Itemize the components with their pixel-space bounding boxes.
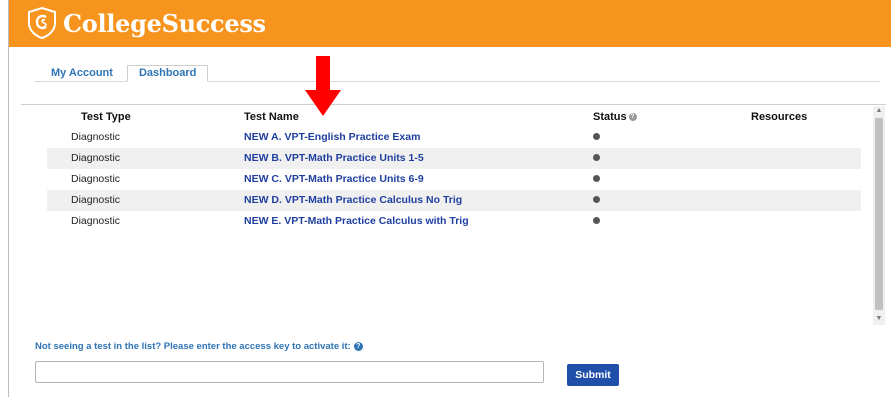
- tab-bar: My Account Dashboard: [45, 64, 209, 82]
- scrollbar-thumb[interactable]: [875, 118, 883, 310]
- test-name-link[interactable]: NEW B. VPT-Math Practice Units 1-5: [244, 152, 424, 164]
- status-dot-icon: [593, 175, 600, 182]
- tab-dashboard[interactable]: Dashboard: [126, 65, 209, 82]
- table-row: Diagnostic NEW A. VPT-English Practice E…: [47, 127, 861, 148]
- brand-name: CollegeSuccess: [63, 8, 266, 38]
- tab-my-account[interactable]: My Account: [45, 65, 119, 82]
- access-key-prompt: Not seeing a test in the list? Please en…: [35, 341, 363, 352]
- status-dot-icon: [593, 133, 600, 140]
- col-header-test-type: Test Type: [81, 111, 131, 123]
- test-name-link[interactable]: NEW E. VPT-Math Practice Calculus with T…: [244, 215, 469, 227]
- shield-logo-icon: [28, 7, 56, 39]
- header-bar: CollegeSuccess: [9, 0, 891, 47]
- brand-logo[interactable]: CollegeSuccess: [27, 6, 266, 40]
- cell-test-type: Diagnostic: [71, 131, 121, 143]
- col-header-status: Status?: [593, 111, 637, 123]
- test-name-link[interactable]: NEW A. VPT-English Practice Exam: [244, 131, 420, 143]
- access-key-prompt-text: Not seeing a test in the list? Please en…: [35, 341, 351, 352]
- cell-test-type: Diagnostic: [71, 194, 121, 206]
- chevron-down-icon[interactable]: ▼: [873, 314, 885, 324]
- help-icon[interactable]: ?: [628, 113, 637, 122]
- table-row: Diagnostic NEW E. VPT-Math Practice Calc…: [47, 211, 861, 232]
- status-dot-icon: [593, 154, 600, 161]
- table-body: Diagnostic NEW A. VPT-English Practice E…: [47, 127, 861, 232]
- table-row: Diagnostic NEW D. VPT-Math Practice Calc…: [47, 190, 861, 211]
- cell-test-type: Diagnostic: [71, 152, 121, 164]
- chevron-up-icon[interactable]: ▲: [873, 106, 885, 116]
- status-dot-icon: [593, 196, 600, 203]
- question-circle-icon[interactable]: ?: [353, 341, 363, 351]
- status-dot-icon: [593, 217, 600, 224]
- col-header-resources: Resources: [751, 111, 808, 123]
- tests-panel: Test Type Test Name Status? Resources Di…: [21, 104, 886, 326]
- app-frame: CollegeSuccess My Account Dashboard Test…: [8, 0, 891, 397]
- submit-button[interactable]: Submit: [567, 364, 619, 386]
- test-name-link[interactable]: NEW C. VPT-Math Practice Units 6-9: [244, 173, 424, 185]
- access-key-input[interactable]: [35, 361, 544, 383]
- test-name-link[interactable]: NEW D. VPT-Math Practice Calculus No Tri…: [244, 194, 462, 206]
- cell-test-type: Diagnostic: [71, 173, 121, 185]
- red-down-arrow-icon: [305, 56, 341, 116]
- table-row: Diagnostic NEW B. VPT-Math Practice Unit…: [47, 148, 861, 169]
- status-header-label: Status: [593, 111, 627, 123]
- cell-test-type: Diagnostic: [71, 215, 121, 227]
- table-header: Test Type Test Name Status? Resources: [21, 105, 861, 127]
- table-row: Diagnostic NEW C. VPT-Math Practice Unit…: [47, 169, 861, 190]
- table-scrollbar[interactable]: ▲ ▼: [873, 106, 885, 325]
- col-header-test-name: Test Name: [244, 111, 299, 123]
